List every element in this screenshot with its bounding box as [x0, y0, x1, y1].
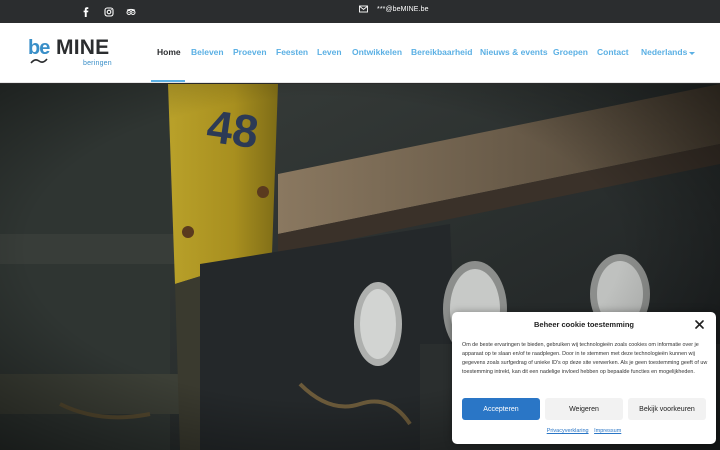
- logo-mark-icon: [30, 58, 48, 64]
- nav-language-select[interactable]: Nederlands: [641, 45, 687, 59]
- cookie-dialog-title: Beheer cookie toestemming: [533, 320, 635, 329]
- close-icon[interactable]: [693, 318, 705, 330]
- logo-be-text: be: [28, 37, 50, 59]
- nav-home[interactable]: Home: [157, 45, 181, 59]
- chevron-down-icon: [689, 52, 695, 55]
- nav-contact[interactable]: Contact: [597, 45, 629, 59]
- logo-subtitle: beringen: [83, 60, 112, 67]
- email-contact[interactable]: ***@beMINE.be: [359, 5, 429, 13]
- nav-leven[interactable]: Leven: [317, 45, 342, 59]
- deny-cookies-button[interactable]: Weigeren: [545, 398, 623, 420]
- facebook-icon[interactable]: [79, 5, 93, 18]
- site-header: be MINE beringen Home Beleven Proeven Fe…: [0, 23, 720, 83]
- cookie-consent-dialog: Beheer cookie toestemming Om de beste er…: [452, 312, 716, 444]
- top-bar: ***@beMINE.be: [0, 0, 720, 23]
- cookie-dialog-links: Privacyverklaring Impressum: [452, 428, 716, 434]
- email-address[interactable]: ***@beMINE.be: [377, 6, 429, 13]
- accept-cookies-button[interactable]: Accepteren: [462, 398, 540, 420]
- nav-beleven[interactable]: Beleven: [191, 45, 224, 59]
- logo-mine-text: MINE: [56, 36, 110, 59]
- nav-nieuws-events[interactable]: Nieuws & events: [480, 45, 548, 59]
- view-preferences-button[interactable]: Bekijk voorkeuren: [628, 398, 706, 420]
- nav-bereikbaarheid[interactable]: Bereikbaarheid: [411, 45, 472, 59]
- nav-active-indicator: [151, 80, 185, 82]
- bemine-logo[interactable]: be MINE beringen: [28, 37, 120, 71]
- cookie-dialog-text: Om de beste ervaringen te bieden, gebrui…: [462, 342, 708, 375]
- impressum-link[interactable]: Impressum: [594, 428, 621, 434]
- nav-ontwikkelen[interactable]: Ontwikkelen: [352, 45, 402, 59]
- nav-feesten[interactable]: Feesten: [276, 45, 308, 59]
- nav-proeven[interactable]: Proeven: [233, 45, 267, 59]
- mail-icon: [359, 5, 368, 13]
- tripadvisor-icon[interactable]: [124, 5, 138, 18]
- instagram-icon[interactable]: [102, 5, 116, 18]
- nav-groepen[interactable]: Groepen: [553, 45, 588, 59]
- privacy-statement-link[interactable]: Privacyverklaring: [547, 428, 589, 434]
